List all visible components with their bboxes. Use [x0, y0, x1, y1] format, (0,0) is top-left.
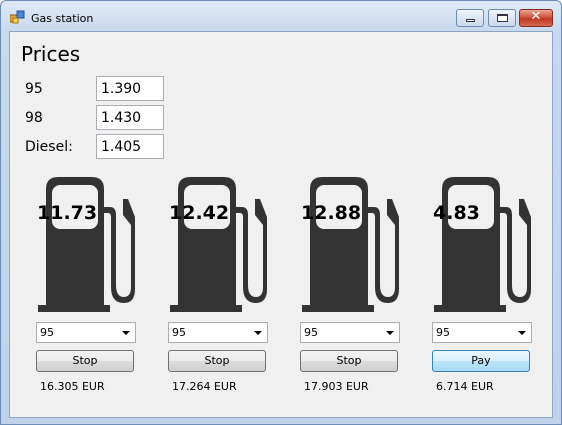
fuel-type-select[interactable]: 95: [168, 322, 268, 343]
fuel-pump-icon: [38, 177, 135, 312]
window-title: Gas station: [31, 12, 94, 25]
pay-button[interactable]: Pay: [432, 350, 530, 372]
price-label-95: 95: [25, 81, 43, 97]
title-bar[interactable]: Gas station ✕: [1, 1, 561, 31]
fuel-type-select[interactable]: 95: [300, 322, 400, 343]
price-input-95[interactable]: [96, 76, 164, 101]
minimize-icon: [466, 19, 475, 22]
maximize-icon: [497, 14, 508, 22]
price-label-diesel: Diesel:: [25, 139, 73, 155]
fuel-type-value: 95: [40, 326, 54, 339]
fuel-pump-icon: [302, 177, 399, 312]
pump-total: 6.714 EUR: [436, 380, 494, 393]
prices-heading: Prices: [21, 42, 81, 66]
pump-total: 17.903 EUR: [304, 380, 369, 393]
pump-amount: 11.73: [37, 202, 98, 224]
maximize-button[interactable]: [488, 9, 516, 27]
app-window: Gas station ✕ Prices 95 98 Diesel: 11.73: [0, 0, 562, 425]
stop-button[interactable]: Stop: [168, 350, 266, 372]
price-input-diesel[interactable]: [96, 134, 164, 159]
fuel-type-select[interactable]: 95: [432, 322, 532, 343]
chevron-down-icon[interactable]: [386, 331, 394, 335]
minimize-button[interactable]: [456, 9, 484, 27]
fuel-type-value: 95: [172, 326, 186, 339]
fuel-type-select[interactable]: 95: [36, 322, 136, 343]
pump-amount: 12.42: [169, 202, 230, 224]
pump-total: 17.264 EUR: [172, 380, 237, 393]
fuel-type-value: 95: [436, 326, 450, 339]
chevron-down-icon[interactable]: [122, 331, 130, 335]
fuel-type-value: 95: [304, 326, 318, 339]
pump-total: 16.305 EUR: [40, 380, 105, 393]
fuel-pump-icon: [170, 177, 267, 312]
fuel-pump-icon: [434, 177, 531, 312]
client-area: Prices 95 98 Diesel: 11.73 95 Stop 16.30…: [9, 31, 553, 418]
stop-button[interactable]: Stop: [300, 350, 398, 372]
chevron-down-icon[interactable]: [254, 331, 262, 335]
gas-station-app-icon: [10, 10, 25, 24]
chevron-down-icon[interactable]: [518, 331, 526, 335]
stop-button[interactable]: Stop: [36, 350, 134, 372]
price-label-98: 98: [25, 110, 43, 126]
close-button[interactable]: ✕: [519, 9, 553, 27]
close-icon: ✕: [530, 9, 542, 24]
pump-amount: 4.83: [433, 202, 480, 224]
pump-amount: 12.88: [301, 202, 362, 224]
price-input-98[interactable]: [96, 105, 164, 130]
